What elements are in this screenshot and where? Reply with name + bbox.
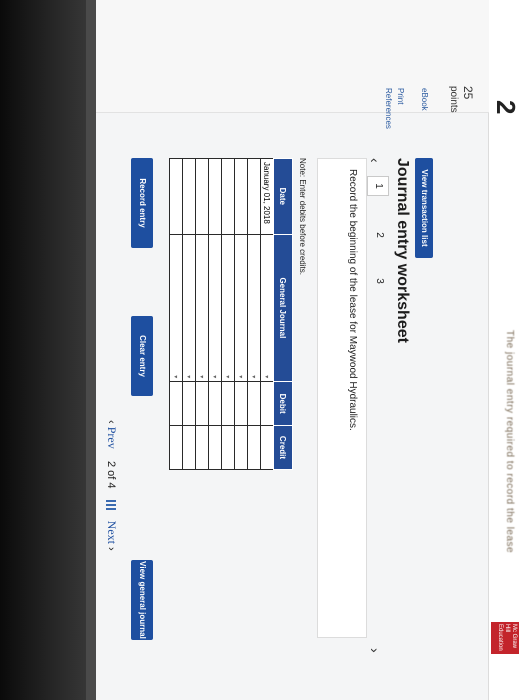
account-select[interactable]: ▾ [169, 234, 183, 382]
table-header-row: Date General Journal Debit Credit [273, 158, 293, 470]
table-row: ▾ [195, 158, 209, 470]
pager: ‹ Prev 2 of 4 Next › [104, 420, 119, 551]
credit-input[interactable] [221, 425, 235, 470]
table-row: ▾ [169, 158, 183, 470]
chevron-right-icon[interactable]: › [367, 648, 383, 653]
table-row: ▾ [221, 158, 235, 470]
debit-input[interactable] [195, 381, 209, 426]
grid-icon[interactable] [105, 499, 116, 510]
account-select[interactable]: ▾ [234, 234, 248, 382]
instruction-text: Record the beginning of the lease for Ma… [347, 169, 358, 431]
chevron-left-icon[interactable]: ‹ [105, 420, 117, 424]
debit-input[interactable] [169, 381, 183, 426]
debit-input[interactable] [182, 381, 196, 426]
current-page: 2 [105, 460, 117, 468]
journal-table: Date General Journal Debit Credit Januar… [169, 158, 293, 470]
credit-input[interactable] [195, 425, 209, 470]
credit-input[interactable] [169, 425, 183, 470]
credit-input[interactable] [208, 425, 222, 470]
step-tab-1[interactable]: 1 [367, 176, 389, 196]
date-cell[interactable] [247, 158, 261, 235]
chevron-left-icon[interactable]: ‹ [367, 158, 383, 163]
debit-input[interactable] [221, 381, 235, 426]
page-title: Journal entry worksheet [394, 158, 411, 343]
header-date: Date [273, 158, 293, 235]
dropdown-caret-icon[interactable]: ▾ [238, 375, 245, 378]
date-cell[interactable] [234, 158, 248, 235]
screen: 2 The journal entry required to record t… [96, 0, 525, 700]
date-cell[interactable] [182, 158, 196, 235]
next-link[interactable]: Next [105, 521, 119, 544]
date-cell[interactable]: January 01, 2018 [260, 158, 274, 235]
debit-input[interactable] [208, 381, 222, 426]
account-select[interactable]: ▾ [221, 234, 235, 382]
chevron-right-icon[interactable]: › [105, 547, 117, 551]
total-pages: 4 [105, 482, 117, 489]
header-debit: Debit [273, 381, 293, 426]
view-general-journal-button[interactable]: View general journal [131, 560, 153, 640]
note-text: Note: Enter debits before credits. [298, 158, 307, 275]
account-select[interactable]: ▾ [182, 234, 196, 382]
ebook-link[interactable]: eBook [420, 88, 429, 111]
header-credit: Credit [273, 425, 293, 470]
dropdown-caret-icon[interactable]: ▾ [212, 375, 219, 378]
journal-panel: View transaction list Journal entry work… [96, 140, 489, 700]
dropdown-caret-icon[interactable]: ▾ [251, 375, 258, 378]
account-select[interactable]: ▾ [247, 234, 261, 382]
date-cell[interactable] [169, 158, 183, 235]
page-of-label: of [105, 470, 117, 480]
prev-link[interactable]: Prev [105, 427, 119, 449]
header-general-journal: General Journal [273, 234, 293, 382]
date-cell[interactable] [208, 158, 222, 235]
date-cell[interactable] [195, 158, 209, 235]
table-row: ▾ [182, 158, 196, 470]
dropdown-caret-icon[interactable]: ▾ [264, 375, 271, 378]
journal-rows: January 01, 2018 ▾ ▾ ▾ ▾ ▾ ▾ ▾ ▾ [169, 158, 274, 470]
points-value: 25 [461, 86, 475, 100]
credit-input[interactable] [260, 425, 274, 470]
mouse-cursor-icon [177, 696, 191, 700]
record-entry-button[interactable]: Record entry [131, 158, 153, 248]
logo-text: Mc Graw Hill Education [497, 624, 517, 651]
monitor-bezel [0, 0, 96, 700]
table-row: ▾ [208, 158, 222, 470]
rotated-page: 2 The journal entry required to record t… [96, 0, 525, 700]
account-select[interactable]: ▾ [260, 234, 274, 382]
table-row: ▾ [247, 158, 261, 470]
points-label: points [448, 86, 459, 113]
dropdown-caret-icon[interactable]: ▾ [173, 375, 180, 378]
credit-input[interactable] [234, 425, 248, 470]
dropdown-caret-icon[interactable]: ▾ [225, 375, 232, 378]
clear-entry-button[interactable]: Clear entry [131, 316, 153, 396]
mcgraw-hill-logo: Mc Graw Hill Education [491, 622, 519, 654]
instruction-box: Record the beginning of the lease for Ma… [317, 158, 367, 638]
page-header: 2 The journal entry required to record t… [488, 0, 525, 700]
monitor-bezel-edge [86, 0, 96, 700]
question-number: 2 [491, 100, 521, 115]
question-prompt: The journal entry required to record the… [504, 330, 515, 554]
dropdown-caret-icon[interactable]: ▾ [186, 375, 193, 378]
step-tab-2[interactable]: 2 [369, 226, 389, 244]
credit-input[interactable] [182, 425, 196, 470]
date-cell[interactable] [221, 158, 235, 235]
debit-input[interactable] [234, 381, 248, 426]
view-transaction-list-button[interactable]: View transaction list [415, 158, 433, 258]
table-row: ▾ [234, 158, 248, 470]
dropdown-caret-icon[interactable]: ▾ [199, 375, 206, 378]
step-tab-3[interactable]: 3 [369, 272, 389, 290]
debit-input[interactable] [247, 381, 261, 426]
print-link[interactable]: Print [396, 88, 405, 104]
account-select[interactable]: ▾ [208, 234, 222, 382]
table-row: January 01, 2018 ▾ [260, 158, 274, 470]
references-link[interactable]: References [384, 88, 393, 129]
left-sidebar: 25 points eBook Print References [96, 0, 489, 129]
credit-input[interactable] [247, 425, 261, 470]
debit-input[interactable] [260, 381, 274, 426]
account-select[interactable]: ▾ [195, 234, 209, 382]
